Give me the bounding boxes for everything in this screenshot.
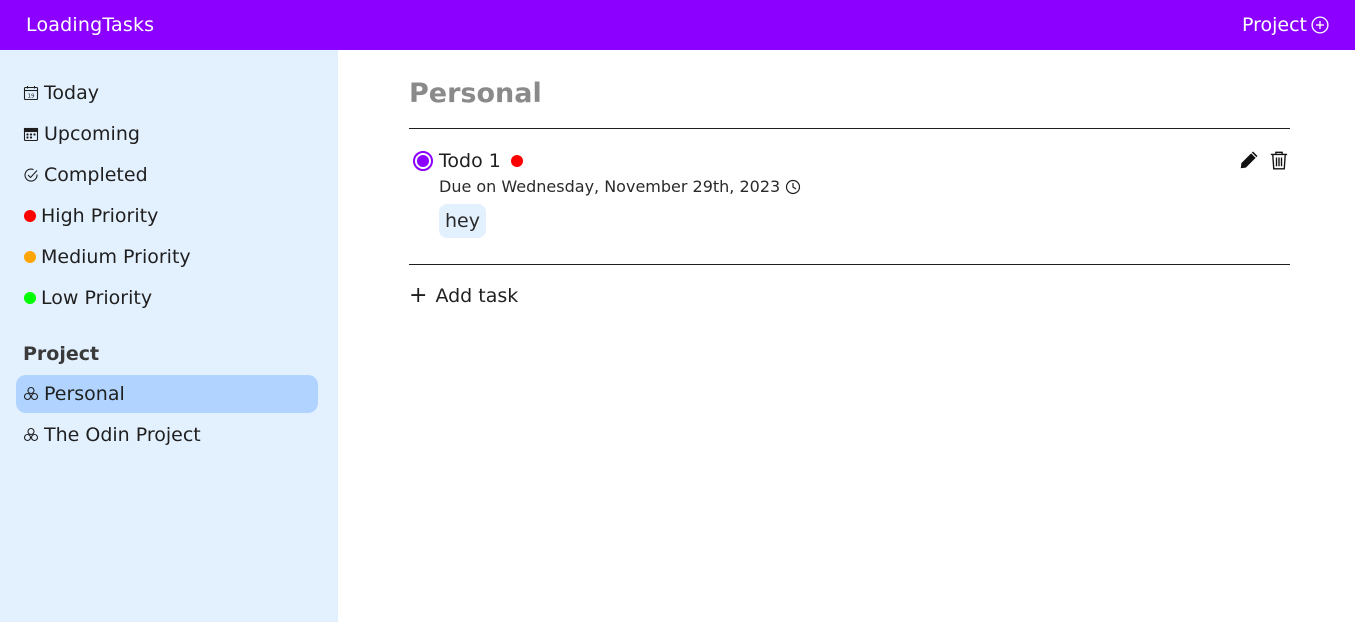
app-title: LoadingTasks [26, 14, 155, 36]
sidebar-item-label: High Priority [41, 205, 159, 227]
sidebar-item-medium-priority[interactable]: Medium Priority [16, 238, 318, 276]
add-task-button[interactable]: + Add task [409, 283, 1290, 308]
high-priority-dot-icon [24, 210, 36, 222]
task-note: hey [439, 204, 486, 238]
task-actions [1238, 149, 1290, 171]
divider [409, 264, 1290, 265]
low-priority-dot-icon [24, 292, 36, 304]
priority-dot-icon [510, 155, 523, 167]
sidebar-item-low-priority[interactable]: Low Priority [16, 279, 318, 317]
page-title: Personal [409, 78, 542, 109]
checkbox-fill [417, 155, 429, 167]
sidebar-item-label: Upcoming [44, 123, 140, 145]
add-project-button[interactable]: Project [1242, 14, 1329, 36]
sidebar-item-label: Completed [44, 164, 148, 186]
check-circle-icon [23, 167, 39, 183]
plus-icon: + [409, 283, 428, 308]
task-item: Todo 1 Due on Wednesday, November 29th, … [409, 129, 1290, 264]
task-title[interactable]: Todo 1 [439, 150, 501, 172]
project-cluster-icon [23, 427, 39, 443]
sidebar-item-today[interactable]: 19 Today [16, 74, 318, 112]
task-header: Todo 1 [413, 149, 1290, 173]
medium-priority-dot-icon [24, 251, 36, 263]
sidebar: 19 Today Upcoming Completed High Priorit… [0, 50, 338, 622]
sidebar-item-label: Personal [44, 383, 125, 405]
add-project-label: Project [1241, 14, 1307, 36]
calendar-week-icon [23, 126, 39, 142]
main-content: Personal Todo 1 Due on Wednesday, Novemb… [338, 50, 1355, 622]
sidebar-item-completed[interactable]: Completed [16, 156, 318, 194]
project-section-heading: Project [23, 343, 100, 365]
sidebar-item-project-the-odin-project[interactable]: The Odin Project [16, 416, 318, 454]
sidebar-item-upcoming[interactable]: Upcoming [16, 115, 318, 153]
task-complete-checkbox[interactable] [413, 151, 433, 171]
svg-text:19: 19 [28, 94, 35, 100]
sidebar-item-project-personal[interactable]: Personal [16, 375, 318, 413]
due-date-text: Due on Wednesday, November 29th, 2023 [439, 177, 781, 196]
add-task-label: Add task [435, 285, 519, 307]
task-due-date: Due on Wednesday, November 29th, 2023 [439, 177, 1290, 196]
calendar-day-icon: 19 [23, 85, 39, 101]
pencil-icon [1240, 151, 1258, 169]
trash-icon [1270, 151, 1288, 170]
sidebar-item-label: The Odin Project [44, 424, 201, 446]
top-bar: LoadingTasks Project [0, 0, 1355, 50]
sidebar-item-high-priority[interactable]: High Priority [16, 197, 318, 235]
project-cluster-icon [23, 386, 39, 402]
plus-circle-icon [1311, 16, 1329, 34]
sidebar-item-label: Medium Priority [41, 246, 191, 268]
sidebar-item-label: Today [44, 82, 99, 104]
edit-task-button[interactable] [1238, 149, 1260, 171]
clock-icon [786, 179, 801, 194]
delete-task-button[interactable] [1268, 149, 1290, 171]
sidebar-item-label: Low Priority [41, 287, 153, 309]
